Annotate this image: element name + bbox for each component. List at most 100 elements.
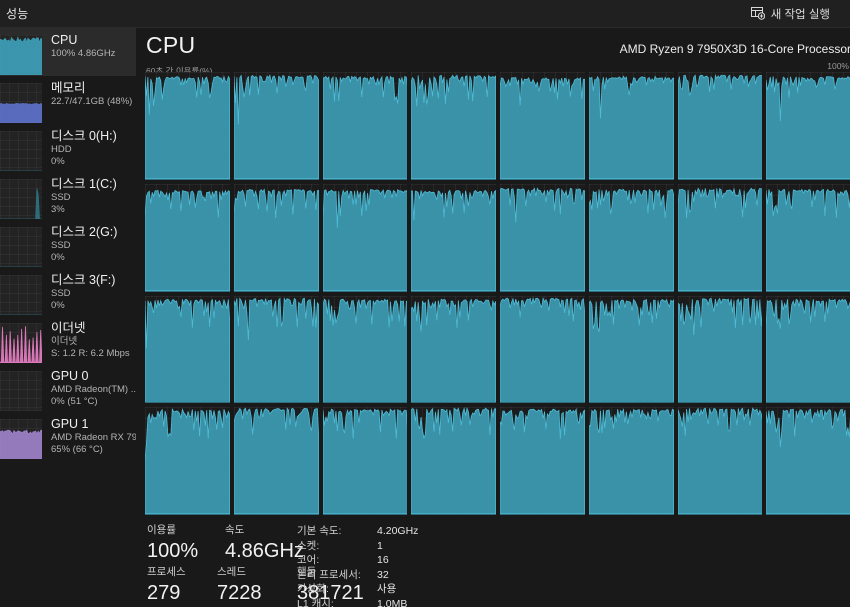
cpu-info-key: L1 캐시:	[297, 597, 334, 607]
stat-3: 스레드 7228	[217, 564, 289, 606]
sidebar-item-text-gpu-0: GPU 0 AMD Radeon(TM) .. 0% (51 °C)	[51, 368, 136, 408]
cpu-core-graph[interactable]	[411, 72, 496, 180]
stats-right-column: 기본 속도: 4.20GHz 소켓: 1 코어: 16 논리 프로세서: 32 가상화: 사용 L1…	[297, 524, 557, 607]
cpu-info-value: 사용	[377, 583, 397, 595]
cpu-info-row: 기본 속도: 4.20GHz	[297, 524, 557, 539]
sidebar-thumbnail-gpu-0	[0, 371, 42, 411]
cpu-info-value: 1.0MB	[377, 597, 408, 607]
page-title: 성능	[6, 7, 29, 21]
cpu-info-row: L1 캐시: 1.0MB	[297, 597, 557, 607]
sidebar-item-label: 디스크 3(F:)	[51, 273, 116, 287]
cpu-info-key: 가상화:	[297, 583, 329, 595]
sidebar-item-sub1: AMD Radeon(TM) ..	[51, 384, 136, 395]
stat-value: 4.86GHz	[225, 540, 304, 562]
cpu-core-graph[interactable]	[677, 295, 763, 404]
cpu-info-key: 논리 프로세서:	[297, 568, 361, 581]
run-new-task-button[interactable]: 새 작업 실행	[745, 3, 836, 25]
cpu-core-graph[interactable]	[677, 407, 763, 515]
cpu-model-label: AMD Ryzen 9 7950X3D 16-Core Processor	[619, 42, 850, 56]
cpu-core-graph[interactable]	[233, 183, 319, 292]
sidebar-item-disk-1[interactable]: 디스크 1(C:) SSD 3%	[0, 172, 136, 220]
cpu-core-graph[interactable]	[411, 407, 496, 515]
stats-panel: 이용률100%속도4.86GHz프로세스279스레드7228핸들381721작동…	[145, 522, 850, 607]
sidebar-item-text-cpu: CPU 100% 4.86GHz	[51, 32, 115, 60]
stat-0: 이용률 100%	[147, 522, 209, 564]
sidebar-item-sub1: AMD Radeon RX 79..	[51, 432, 136, 443]
sidebar-item-sub2: 0% (51 °C)	[51, 396, 98, 407]
cpu-core-graph[interactable]	[145, 407, 230, 515]
stat-value: 7228	[217, 582, 262, 604]
sidebar-item-sub1: SSD	[51, 240, 71, 251]
sidebar-item-label: 디스크 2(G:)	[51, 225, 118, 239]
sidebar-item-gpu-0[interactable]: GPU 0 AMD Radeon(TM) .. 0% (51 °C)	[0, 364, 136, 412]
sidebar-item-sub2: 0%	[51, 252, 65, 263]
cpu-core-graph[interactable]	[500, 183, 585, 292]
cpu-core-graph[interactable]	[145, 183, 230, 292]
sidebar-item-label: GPU 0	[51, 369, 89, 383]
cpu-info-value: 4.20GHz	[377, 525, 419, 537]
cpu-core-graph[interactable]	[145, 72, 230, 180]
sidebar-thumbnail-disk-3	[0, 275, 42, 315]
main-panel: CPU AMD Ryzen 9 7950X3D 16-Core Processo…	[136, 28, 850, 607]
sidebar-item-text-ethernet: 이더넷 이더넷 S: 1.2 R: 6.2 Mbps	[51, 320, 130, 360]
cpu-core-graph[interactable]	[588, 295, 674, 404]
cpu-core-graph[interactable]	[766, 407, 850, 515]
cpu-core-graph[interactable]	[766, 295, 850, 404]
cpu-core-graph[interactable]	[322, 183, 408, 292]
cpu-core-graph[interactable]	[233, 407, 319, 515]
sidebar-item-sub1: HDD	[51, 144, 72, 155]
cpu-core-graph[interactable]	[766, 72, 850, 180]
sidebar-item-sub2: 65% (66 °C)	[51, 444, 103, 455]
cpu-core-graph[interactable]	[677, 72, 763, 180]
cpu-core-graph[interactable]	[677, 183, 763, 292]
cpu-info-key: 코어:	[297, 554, 320, 566]
cpu-core-graph[interactable]	[322, 407, 408, 515]
stat-label: 스레드	[217, 566, 246, 578]
cpu-core-graph[interactable]	[588, 407, 674, 515]
sidebar-item-sub1: SSD	[51, 192, 71, 203]
cpu-core-graph[interactable]	[500, 407, 585, 515]
sidebar-item-text-memory: 메모리 22.7/47.1GB (48%)	[51, 80, 132, 108]
cpu-info-key: 소켓:	[297, 539, 320, 552]
cpu-core-graph[interactable]	[233, 295, 319, 404]
cpu-info-key: 기본 속도:	[297, 525, 342, 537]
cpu-core-graph[interactable]	[500, 72, 585, 180]
stat-label: 프로세스	[147, 566, 186, 578]
stat-label: 속도	[225, 524, 245, 536]
cpu-core-graph[interactable]	[588, 72, 674, 180]
cpu-core-graph[interactable]	[233, 72, 319, 180]
sidebar-item-ethernet[interactable]: 이더넷 이더넷 S: 1.2 R: 6.2 Mbps	[0, 316, 136, 364]
cpu-info-row: 가상화: 사용	[297, 582, 557, 597]
cpu-core-graph[interactable]	[766, 183, 850, 292]
task-manager-window: 성능 새 작업 실행 CPU 100% 4.86GHz 메모리 22.7/47.1GB…	[0, 0, 850, 607]
sidebar-item-sub1: 이더넷	[51, 336, 78, 347]
sidebar-item-sub2: S: 1.2 R: 6.2 Mbps	[51, 348, 130, 359]
sidebar-item-memory[interactable]: 메모리 22.7/47.1GB (48%)	[0, 76, 136, 124]
logical-processor-graphs[interactable]	[145, 72, 850, 515]
sidebar-item-label: GPU 1	[51, 417, 89, 431]
title-bar: 성능 새 작업 실행	[0, 0, 850, 28]
sidebar-item-cpu[interactable]: CPU 100% 4.86GHz	[0, 28, 136, 76]
sidebar-item-gpu-1[interactable]: GPU 1 AMD Radeon RX 79.. 65% (66 °C)	[0, 412, 136, 460]
cpu-info-value: 16	[377, 554, 389, 566]
cpu-core-graph[interactable]	[411, 295, 496, 404]
sidebar-item-disk-3[interactable]: 디스크 3(F:) SSD 0%	[0, 268, 136, 316]
cpu-core-graph[interactable]	[322, 72, 408, 180]
cpu-core-graph[interactable]	[411, 183, 496, 292]
cpu-info-value: 1	[377, 539, 383, 552]
run-new-task-label: 새 작업 실행	[770, 8, 830, 21]
sidebar-item-disk-2[interactable]: 디스크 2(G:) SSD 0%	[0, 220, 136, 268]
sidebar-thumbnail-disk-0	[0, 131, 42, 171]
main-title: CPU	[146, 32, 196, 58]
sidebar-item-sub2: 0%	[51, 300, 65, 311]
cpu-core-graph[interactable]	[145, 295, 230, 404]
sidebar-item-text-disk-1: 디스크 1(C:) SSD 3%	[51, 176, 117, 216]
cpu-core-graph[interactable]	[588, 183, 674, 292]
sidebar-item-label: 메모리	[51, 81, 86, 95]
cpu-core-graph[interactable]	[322, 295, 408, 404]
new-task-icon	[750, 7, 765, 20]
cpu-info-row: 소켓: 1	[297, 539, 557, 554]
cpu-core-graph[interactable]	[500, 295, 585, 404]
sidebar-item-disk-0[interactable]: 디스크 0(H:) HDD 0%	[0, 124, 136, 172]
cpu-info-row: 코어: 16	[297, 553, 557, 568]
